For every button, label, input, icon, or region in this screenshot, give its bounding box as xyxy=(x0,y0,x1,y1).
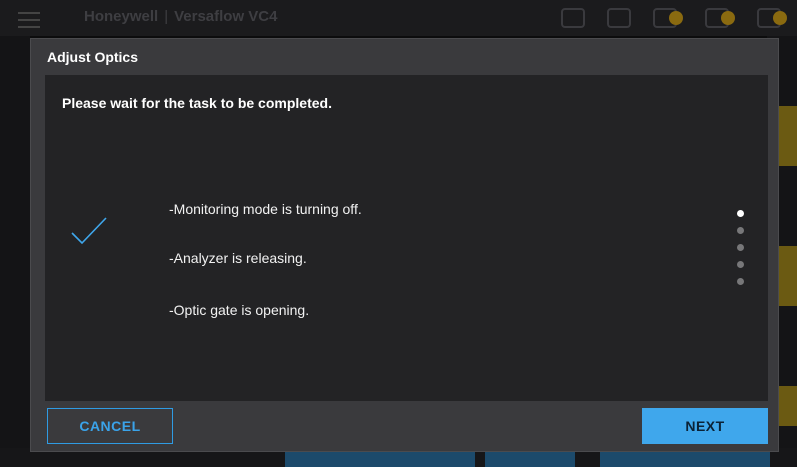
bell-icon[interactable] xyxy=(607,8,631,28)
progress-dot xyxy=(737,210,744,217)
progress-dot xyxy=(737,278,744,285)
dialog-content: Please wait for the task to be completed… xyxy=(45,75,768,401)
checkmark-icon xyxy=(69,215,109,247)
background-sidebar xyxy=(0,36,30,467)
progress-dot xyxy=(737,227,744,234)
app-brand: Honeywell | Versaflow VC4 xyxy=(84,8,278,25)
maintenance-icon[interactable] xyxy=(653,8,683,28)
app-header: Honeywell | Versaflow VC4 xyxy=(0,0,797,36)
step-monitoring: -Monitoring mode is turning off. xyxy=(169,201,362,217)
alarm-list-icon[interactable] xyxy=(757,8,787,28)
connection-icon[interactable] xyxy=(705,8,735,28)
menu-icon[interactable] xyxy=(18,12,40,33)
settings-icon[interactable] xyxy=(561,8,585,28)
progress-dots xyxy=(737,210,745,295)
wait-message: Please wait for the task to be completed… xyxy=(62,95,332,111)
adjust-optics-dialog: Adjust Optics Please wait for the task t… xyxy=(30,38,779,452)
progress-dot xyxy=(737,261,744,268)
progress-dot xyxy=(737,244,744,251)
brand-name: Honeywell xyxy=(84,8,159,25)
step-optic-gate: -Optic gate is opening. xyxy=(169,302,310,318)
dialog-title: Adjust Optics xyxy=(47,49,139,65)
step-analyzer: -Analyzer is releasing. xyxy=(169,250,307,266)
header-icons xyxy=(561,8,787,28)
product-name: Versaflow VC4 xyxy=(174,8,278,25)
cancel-button[interactable]: CANCEL xyxy=(47,408,173,444)
next-button[interactable]: NEXT xyxy=(642,408,768,444)
